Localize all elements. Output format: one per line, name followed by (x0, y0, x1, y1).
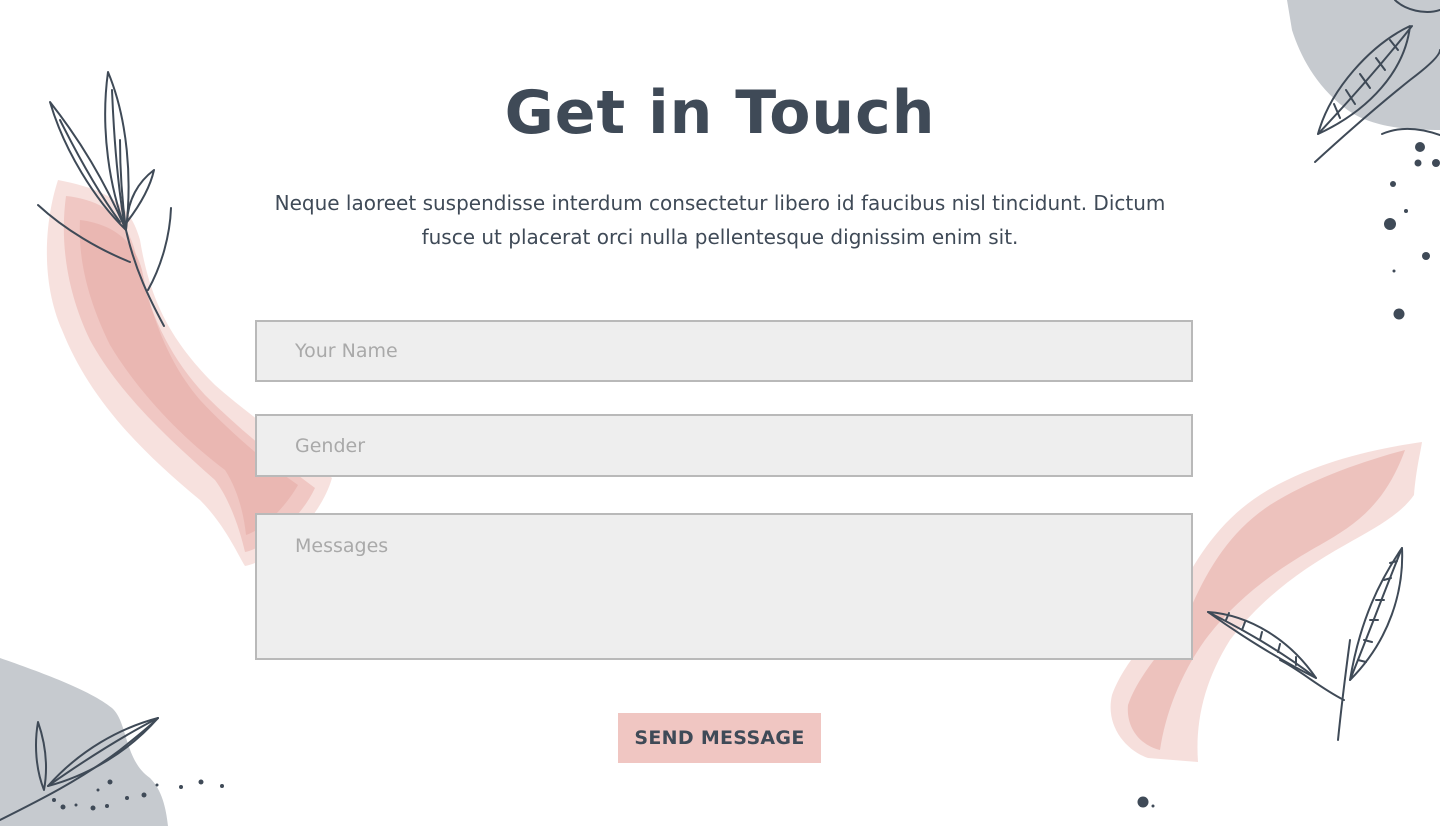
leaf-icon-bottom-left (0, 717, 159, 821)
gender-input[interactable] (255, 414, 1193, 477)
blob-bottom-left (0, 658, 168, 826)
leaf-branch-icon-right (1207, 547, 1404, 741)
page-title: Get in Touch (504, 78, 936, 148)
name-input[interactable] (255, 320, 1193, 382)
send-message-button[interactable]: SEND MESSAGE (618, 713, 821, 763)
page-subtitle: Neque laoreet suspendisse interdum conse… (274, 191, 1166, 249)
messages-textarea[interactable] (255, 513, 1193, 660)
